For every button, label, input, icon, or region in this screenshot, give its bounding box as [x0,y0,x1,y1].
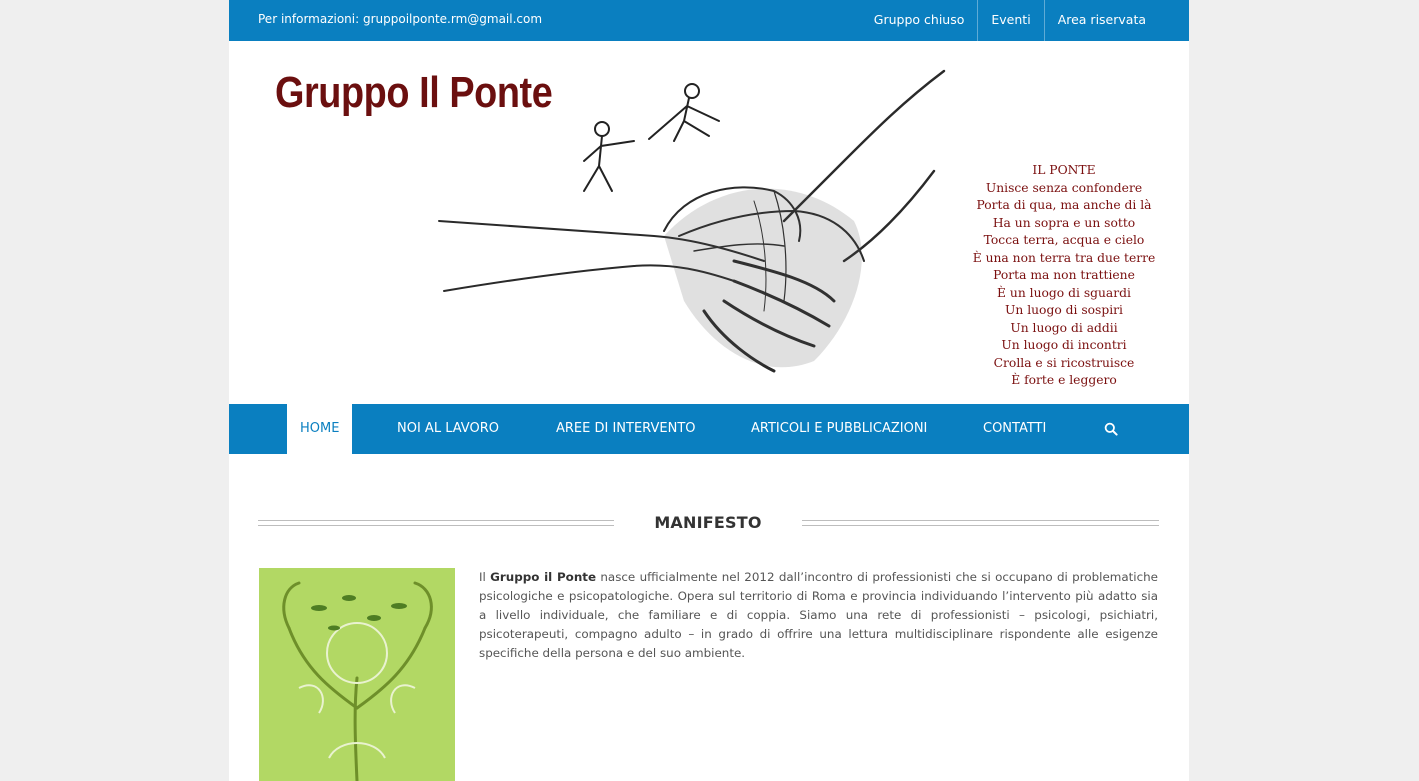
section-title: MANIFESTO [654,513,762,532]
nav-item-home[interactable]: HOME [287,404,353,454]
nav-item-noi-al-lavoro[interactable]: NOI AL LAVORO [397,404,499,454]
section-heading: MANIFESTO [229,513,1189,535]
heading-divider-right [802,520,1159,526]
top-link-eventi[interactable]: Eventi [977,0,1043,41]
manifesto-text-pre: Il [479,570,491,584]
main-nav: HOME NOI AL LAVORO AREE DI INTERVENTO AR… [229,404,1189,454]
poem-line: Un luogo di sospiri [1005,303,1123,317]
poem-line: Un luogo di incontri [1001,338,1127,352]
nav-item-contatti[interactable]: CONTATTI [983,404,1046,454]
nav-item-aree-di-intervento[interactable]: AREE DI INTERVENTO [556,404,696,454]
site-header: Gruppo Il Ponte IL PONTE Unisce senza co… [229,41,1189,404]
top-link-gruppo-chiuso[interactable]: Gruppo chiuso [861,0,978,41]
poem-line: Porta ma non trattiene [993,268,1135,282]
nav-item-articoli-e-pubblicazioni[interactable]: ARTICOLI E PUBBLICAZIONI [751,404,927,454]
hands-bridge-illustration [438,69,946,373]
page: Per informazioni: gruppoilponte.rm@gmail… [229,0,1189,781]
search-icon[interactable] [1104,422,1118,436]
contact-info: Per informazioni: gruppoilponte.rm@gmail… [258,12,543,26]
poem-line: È forte e leggero [1011,373,1117,387]
manifesto-group-name: Gruppo il Ponte [490,570,597,584]
poem-line: Ha un sopra e un sotto [992,215,1136,230]
poem: IL PONTE Unisce senza confondere Porta d… [969,162,1159,390]
poem-line: Unisce senza confondere [985,180,1143,195]
poem-line: Crolla e si ricostruisce [993,355,1135,370]
top-links: Gruppo chiuso Eventi Area riservata [861,0,1159,41]
poem-line: Porta di qua, ma anche di là [976,198,1152,212]
top-link-area-riservata[interactable]: Area riservata [1043,0,1159,41]
heading-divider-left [258,520,614,526]
poem-line: È una non terra tra due terre [972,250,1156,265]
poem-line: Un luogo di addii [1010,320,1118,335]
manifesto-text: Il Gruppo il Ponte nasce ufficialmente n… [479,568,1158,663]
top-bar: Per informazioni: gruppoilponte.rm@gmail… [229,0,1189,41]
tree-of-people-image [259,568,455,781]
poem-title: IL PONTE [1032,163,1096,177]
poem-line: È un luogo di sguardi [997,285,1131,300]
poem-line: Tocca terra, acqua e cielo [983,233,1145,247]
